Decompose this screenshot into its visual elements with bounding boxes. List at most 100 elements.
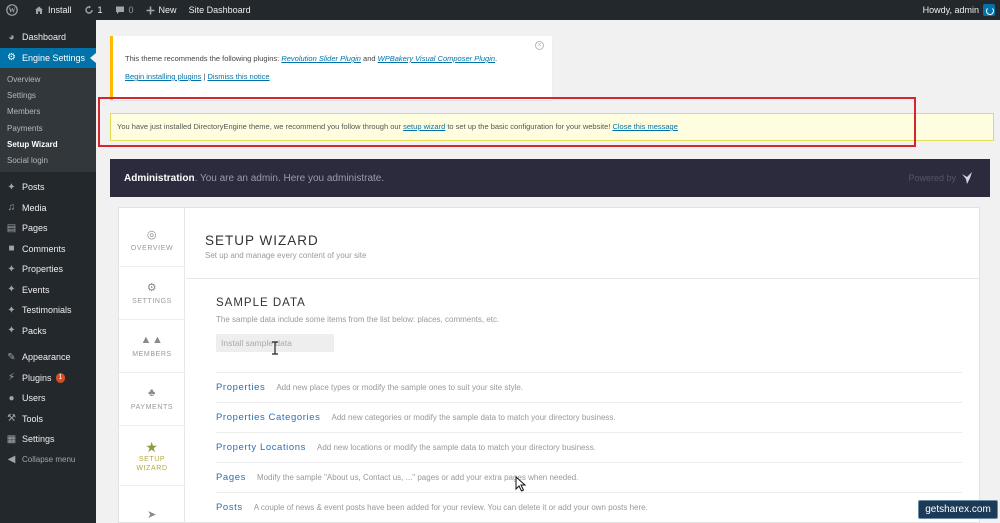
gear-icon: ⚙	[146, 282, 158, 294]
sample-data-title: SAMPLE DATA	[216, 297, 306, 309]
setup-wizard-panel: ◎ OVERVIEW ⚙ SETTINGS ▲▲ MEMBERS ♣ PAYME…	[118, 207, 981, 523]
submenu-members[interactable]: Members	[0, 104, 96, 120]
posts-link[interactable]: Posts	[216, 502, 243, 513]
settings-icon: ▦	[6, 433, 17, 445]
item-description: Add new categories or modify the sample …	[331, 413, 616, 422]
collapse-arrow-icon: ◀	[7, 454, 16, 466]
administration-banner: Administration . You are an admin. Here …	[110, 159, 990, 197]
tab-members[interactable]: ▲▲ MEMBERS	[119, 320, 185, 373]
updates-link[interactable]: 1	[78, 0, 109, 20]
menu-engine-settings[interactable]: ⚙ Engine Settings	[0, 47, 96, 68]
menu-label: Appearance	[22, 352, 71, 363]
my-account-menu[interactable]: Howdy, admin	[923, 0, 1000, 20]
menu-label: Media	[22, 202, 47, 213]
tab-settings[interactable]: ⚙ SETTINGS	[119, 267, 185, 320]
tab-payments[interactable]: ♣ PAYMENTS	[119, 373, 185, 426]
pages-icon: ▤	[6, 222, 17, 234]
menu-properties[interactable]: ✦ Properties	[0, 259, 96, 280]
properties-categories-link[interactable]: Properties Categories	[216, 412, 320, 423]
menu-settings[interactable]: ▦ Settings	[0, 429, 96, 450]
wordpress-logo-menu[interactable]: W	[0, 0, 28, 20]
property-locations-link[interactable]: Property Locations	[216, 442, 306, 453]
wpbakery-link[interactable]: WPBakery Visual Composer Plugin	[378, 54, 495, 63]
dashboard-icon: ◕	[8, 31, 15, 43]
pushpin-icon: ✦	[7, 304, 16, 316]
list-item: Properties Categories Add new categories…	[216, 402, 962, 432]
site-dashboard-link[interactable]: Site Dashboard	[183, 0, 257, 20]
menu-users[interactable]: ● Users	[0, 388, 96, 409]
begin-installing-link[interactable]: Begin installing plugins	[125, 72, 201, 81]
watermark-badge: getsharex.com	[918, 500, 998, 519]
howdy-text: Howdy, admin	[922, 5, 979, 15]
wizard-title: SETUP WIZARD	[205, 233, 319, 248]
menu-packs[interactable]: ✦ Packs	[0, 320, 96, 341]
members-icon: ▲▲	[140, 334, 164, 346]
menu-label: Dashboard	[22, 32, 67, 43]
menu-media[interactable]: ♫ Media	[0, 197, 96, 218]
star-icon: ★	[145, 439, 159, 455]
item-description: A couple of news & event posts have been…	[253, 503, 648, 512]
submenu-social-login[interactable]: Social login	[0, 152, 96, 168]
menu-comments[interactable]: ■ Comments	[0, 238, 96, 259]
site-name: Install	[48, 5, 72, 15]
tab-setup-wizard[interactable]: ★ SETUP WIZARD	[119, 426, 185, 486]
dismiss-notice-link[interactable]: Dismiss this notice	[207, 72, 269, 81]
menu-events[interactable]: ✦ Events	[0, 279, 96, 300]
menu-label: Testimonials	[22, 305, 72, 316]
submenu-settings[interactable]: Settings	[0, 87, 96, 103]
plug-icon: ⚡	[7, 372, 16, 384]
submenu-setup-wizard[interactable]: Setup Wizard	[0, 136, 96, 152]
submenu-payments[interactable]: Payments	[0, 120, 96, 136]
list-item: Properties Add new place types or modify…	[216, 372, 962, 402]
menu-pages[interactable]: ▤ Pages	[0, 218, 96, 239]
tab-label: PAYMENTS	[130, 404, 174, 411]
mouse-pointer-icon	[515, 476, 526, 492]
item-description: Add new locations or modify the sample d…	[317, 443, 596, 452]
tab-overview[interactable]: ◎ OVERVIEW	[119, 214, 185, 267]
menu-dashboard[interactable]: ◕ Dashboard	[0, 27, 96, 48]
comments-count: 0	[128, 5, 134, 15]
comments-link[interactable]: 0	[109, 0, 140, 20]
menu-label: Posts	[22, 182, 45, 193]
site-dashboard-label: Site Dashboard	[188, 5, 251, 15]
paintbrush-icon: ✎	[7, 351, 16, 363]
engine-settings-submenu: Overview Settings Members Payments Setup…	[0, 68, 96, 172]
refresh-icon	[84, 5, 93, 14]
menu-tools[interactable]: ⚒ Tools	[0, 408, 96, 429]
new-content-link[interactable]: New	[140, 0, 183, 20]
submenu-overview[interactable]: Overview	[0, 71, 96, 87]
menu-posts[interactable]: ✦ Posts	[0, 177, 96, 198]
powered-by: Powered by	[908, 171, 974, 185]
menu-appearance[interactable]: ✎ Appearance	[0, 347, 96, 368]
close-icon[interactable]: ×	[535, 41, 544, 50]
plugin-recommendation-notice: This theme recommends the following plug…	[110, 36, 552, 100]
wizard-nav: ◎ OVERVIEW ⚙ SETTINGS ▲▲ MEMBERS ♣ PAYME…	[119, 208, 185, 523]
list-item: Pages Modify the sample "About us, Conta…	[216, 462, 962, 492]
avatar-icon	[983, 4, 995, 16]
collapse-menu-button[interactable]: ◀ Collapse menu	[0, 449, 96, 470]
wizard-header: SETUP WIZARD Set up and manage every con…	[186, 208, 981, 279]
properties-link[interactable]: Properties	[216, 382, 265, 393]
wrench-icon: ⚒	[7, 413, 16, 425]
tab-next[interactable]: ➤	[119, 490, 185, 523]
pages-link[interactable]: Pages	[216, 472, 246, 483]
media-icon: ♫	[7, 202, 16, 214]
pushpin-icon: ✦	[7, 181, 16, 193]
gear-icon: ⚙	[7, 52, 16, 64]
sample-data-description: The sample data include some items from …	[216, 315, 500, 324]
home-icon	[35, 6, 43, 14]
tab-label: SETUP	[138, 456, 166, 463]
menu-label: Plugins	[22, 372, 52, 383]
notice-text-part: .	[495, 54, 498, 63]
pushpin-icon: ✦	[7, 325, 16, 337]
tab-label: WIZARD	[136, 465, 168, 472]
overview-icon: ◎	[146, 229, 158, 241]
item-description: Modify the sample "About us, Contact us,…	[256, 473, 579, 482]
menu-testimonials[interactable]: ✦ Testimonials	[0, 300, 96, 321]
revolution-slider-link[interactable]: Revolution Slider Plugin	[281, 54, 361, 63]
site-name-link[interactable]: Install	[28, 0, 78, 20]
menu-plugins[interactable]: ⚡ Plugins 1	[0, 367, 96, 388]
comment-icon	[115, 6, 124, 14]
notice-actions: Begin installing plugins | Dismiss this …	[125, 72, 270, 81]
new-label: New	[158, 5, 177, 15]
